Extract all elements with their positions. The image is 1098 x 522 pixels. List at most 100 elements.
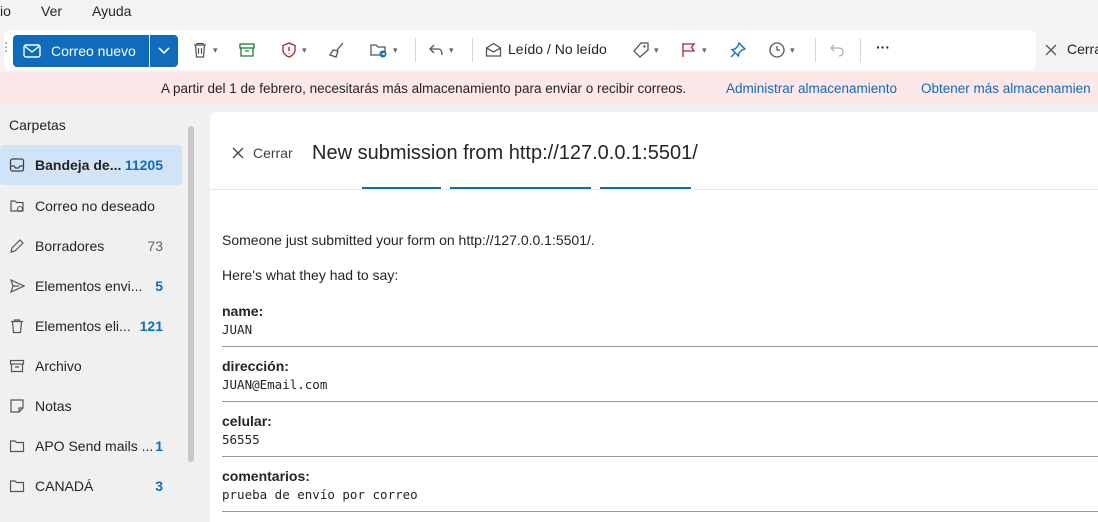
tag-icon xyxy=(633,42,649,58)
unread-count: 5 xyxy=(155,278,163,294)
message-subject: New submission from http://127.0.0.1:550… xyxy=(312,142,698,164)
chevron-down-icon: ▾ xyxy=(449,44,454,55)
folder-pane: Carpetas Bandeja de... 11205 Correo no d… xyxy=(0,104,198,522)
menu-item-ayuda[interactable]: Ayuda xyxy=(92,3,131,19)
folder-label: Elementos eli... xyxy=(35,318,131,334)
new-mail-label: Correo nuevo xyxy=(51,43,136,59)
reply-icon xyxy=(429,44,443,56)
menu-item-inicio[interactable]: io xyxy=(0,3,11,19)
sweep-button[interactable] xyxy=(328,38,346,62)
snooze-icon xyxy=(769,42,785,58)
field-divider xyxy=(222,456,1098,457)
close-message-button[interactable]: Cerrar xyxy=(232,145,293,161)
banner-message: A partir del 1 de febrero, necesitarás m… xyxy=(161,81,687,96)
sweep-icon xyxy=(329,42,344,58)
trash-icon xyxy=(8,317,26,335)
flag-button[interactable]: ▾ xyxy=(680,38,707,62)
field-value-comentarios: prueba de envío por correo xyxy=(222,487,418,502)
folder-icon xyxy=(8,477,26,495)
unread-count: 121 xyxy=(139,318,163,334)
delete-button[interactable]: ▾ xyxy=(191,38,218,62)
folder-item-inbox[interactable]: Bandeja de... 11205 xyxy=(0,145,182,185)
archive-button[interactable] xyxy=(238,38,256,62)
field-label-comentarios: comentarios: xyxy=(222,468,310,484)
mail-icon xyxy=(23,44,41,58)
toolbar-divider xyxy=(415,38,416,62)
read-unread-label[interactable]: Leído / No leído xyxy=(508,41,607,57)
folder-item-sent[interactable]: Elementos envi... 5 xyxy=(0,266,182,306)
toolbar-divider xyxy=(815,38,816,62)
folder-label: Archivo xyxy=(35,358,82,374)
folder-item-apo-send-mails[interactable]: APO Send mails ... 1 xyxy=(0,426,182,466)
junk-icon xyxy=(8,197,26,215)
field-label-celular: celular: xyxy=(222,413,272,429)
reading-pane: Cerrar New submission from http://127.0.… xyxy=(210,112,1098,522)
pin-icon xyxy=(730,41,747,58)
close-reading-button[interactable] xyxy=(1044,38,1058,62)
menu-item-ver[interactable]: Ver xyxy=(41,3,62,19)
folder-item-deleted[interactable]: Elementos eli... 121 xyxy=(0,306,182,346)
report-button[interactable]: ▾ xyxy=(280,38,307,62)
read-unread-button[interactable] xyxy=(485,38,502,62)
folder-label: Bandeja de... xyxy=(35,157,122,173)
report-icon xyxy=(282,42,296,58)
envelope-icon xyxy=(485,42,502,57)
folder-label: Borradores xyxy=(35,238,105,254)
folder-item-drafts[interactable]: Borradores 73 xyxy=(0,226,182,266)
flag-icon xyxy=(682,43,696,57)
get-more-storage-link[interactable]: Obtener más almacenamien xyxy=(921,81,1091,96)
close-icon xyxy=(232,147,244,159)
move-icon xyxy=(370,44,387,58)
toolbar-divider xyxy=(472,38,473,62)
close-reading-label[interactable]: Cerra xyxy=(1067,41,1098,57)
folder-item-junk[interactable]: Correo no deseado xyxy=(0,186,182,226)
field-value-direccion: JUAN@Email.com xyxy=(222,377,328,392)
folder-label: APO Send mails ... xyxy=(35,438,154,454)
unread-count: 3 xyxy=(155,478,163,494)
more-options-button[interactable]: ··· xyxy=(876,39,890,55)
chevron-down-icon: ▾ xyxy=(302,44,307,55)
message-intro: Someone just submitted your form on http… xyxy=(222,232,595,248)
folder-scrollbar[interactable] xyxy=(188,126,194,462)
folder-item-notes[interactable]: Notas xyxy=(0,386,182,426)
message-lead: Here's what they had to say: xyxy=(222,267,399,283)
new-mail-button[interactable]: Correo nuevo xyxy=(13,35,149,67)
folders-heading: Carpetas xyxy=(9,117,66,133)
archive-icon xyxy=(8,357,26,375)
move-button[interactable]: ▾ xyxy=(369,38,398,62)
grip-icon: ⋮ xyxy=(0,40,12,56)
folder-item-canada[interactable]: CANADÁ 3 xyxy=(0,466,182,506)
snooze-button[interactable]: ▾ xyxy=(768,38,795,62)
folder-item-archive[interactable]: Archivo xyxy=(0,346,182,386)
field-divider xyxy=(222,401,1098,402)
folder-label: Correo no deseado xyxy=(35,198,155,214)
chevron-down-icon: ▾ xyxy=(654,44,659,55)
reply-button[interactable]: ▾ xyxy=(427,38,454,62)
chevron-down-icon: ▾ xyxy=(702,44,707,55)
undo-button[interactable] xyxy=(828,38,846,62)
header-divider xyxy=(210,189,1098,190)
unread-count: 1 xyxy=(155,438,163,454)
field-divider xyxy=(222,511,1098,512)
unread-count: 11205 xyxy=(124,157,163,173)
drafts-icon xyxy=(8,237,26,255)
storage-warning-banner: A partir del 1 de febrero, necesitarás m… xyxy=(0,72,1098,104)
folder-label: CANADÁ xyxy=(35,478,94,494)
chevron-down-icon: ▾ xyxy=(213,44,218,55)
chevron-down-icon: ▾ xyxy=(393,44,398,55)
chevron-down-icon xyxy=(158,47,170,55)
folder-label: Notas xyxy=(35,398,72,414)
field-value-name: JUAN xyxy=(222,322,253,337)
folder-label: Elementos envi... xyxy=(35,278,143,294)
manage-storage-link[interactable]: Administrar almacenamiento xyxy=(726,81,897,96)
pin-button[interactable] xyxy=(729,38,747,62)
close-icon xyxy=(1045,44,1057,56)
inbox-icon xyxy=(8,156,26,174)
field-label-name: name: xyxy=(222,303,264,319)
field-label-direccion: dirección: xyxy=(222,358,289,374)
field-value-celular: 56555 xyxy=(222,432,260,447)
categorize-button[interactable]: ▾ xyxy=(632,38,659,62)
new-mail-dropdown[interactable] xyxy=(150,35,178,67)
notes-icon xyxy=(8,397,26,415)
item-count: 73 xyxy=(147,238,163,254)
